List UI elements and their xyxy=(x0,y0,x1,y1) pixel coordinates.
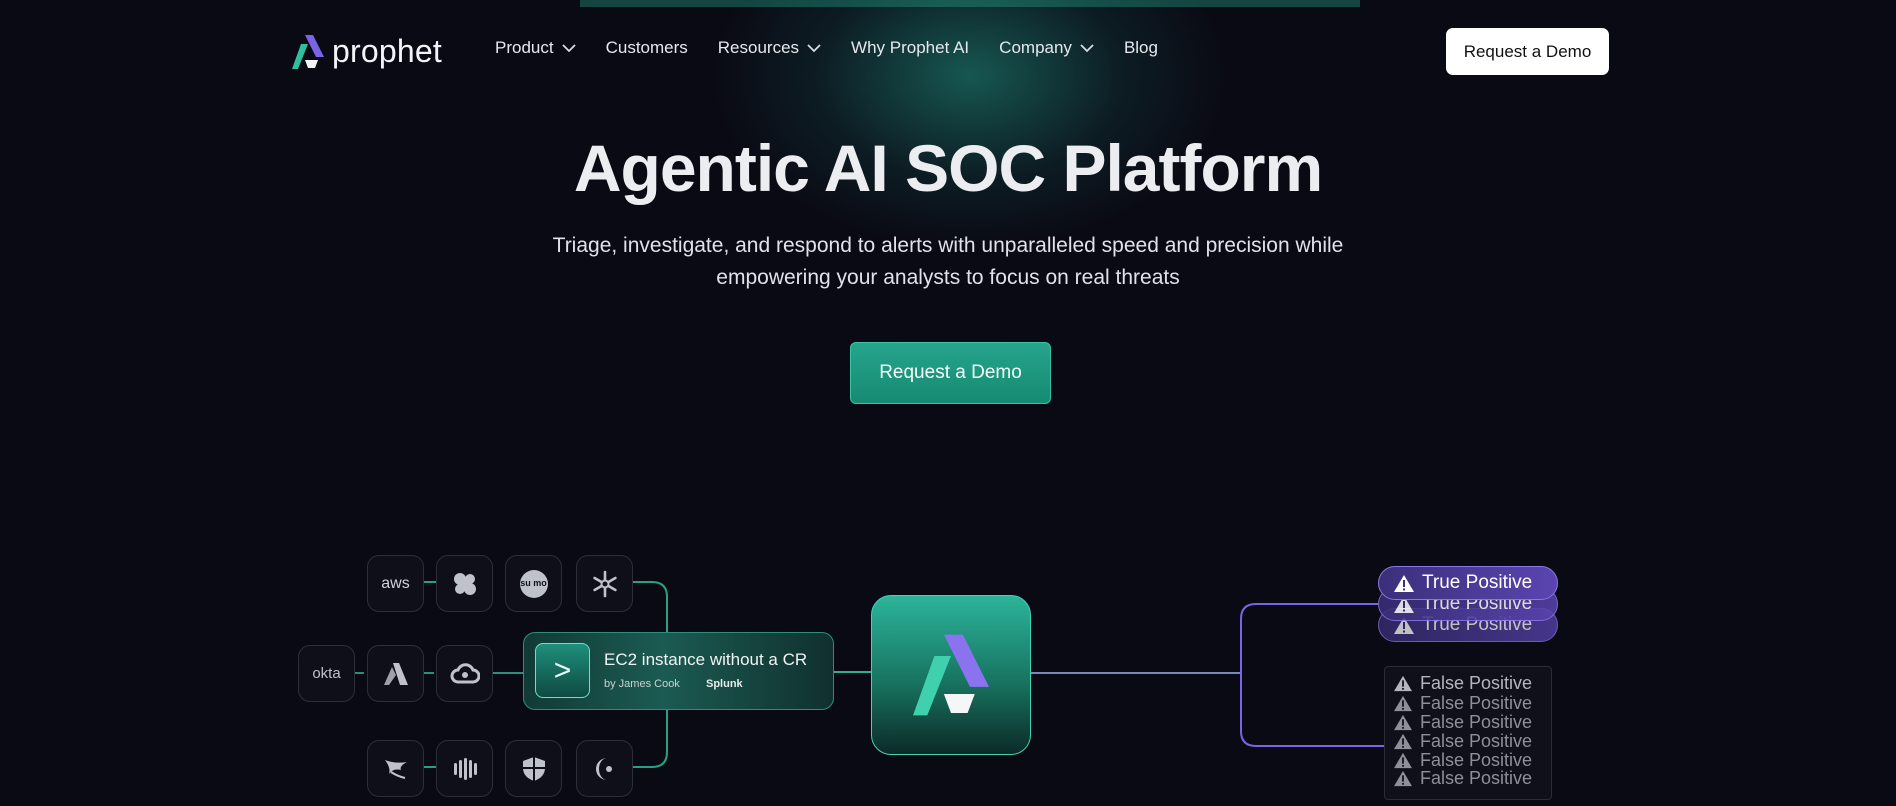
terminal-icon: > xyxy=(535,643,590,698)
logo-text: prophet xyxy=(332,33,442,69)
false-positive-row: False Positive xyxy=(1393,693,1532,714)
okta-integration-tile[interactable]: okta xyxy=(298,645,355,702)
sumo-label: su mo xyxy=(520,578,547,588)
nav-item-label: Customers xyxy=(605,38,688,57)
nav-item-label: Product xyxy=(495,38,554,57)
warning-icon xyxy=(1394,695,1412,712)
request-demo-hero-button[interactable]: Request a Demo xyxy=(850,342,1051,404)
crescent-integration-tile[interactable] xyxy=(576,740,633,797)
falcon-icon xyxy=(384,759,407,779)
logo[interactable]: prophet xyxy=(292,33,442,70)
hero-subtitle-line2: empowering your analysts to focus on rea… xyxy=(716,266,1180,289)
hero-subtitle-line1: Triage, investigate, and respond to aler… xyxy=(552,234,1344,257)
aws-icon: aws xyxy=(381,574,410,592)
false-positive-label: False Positive xyxy=(1420,673,1533,693)
warning-icon xyxy=(1394,733,1412,750)
nav-item-label: Blog xyxy=(1123,38,1158,57)
false-positive-stack: False Positive False Positive False Posi… xyxy=(1384,666,1552,800)
shield-integration-tile[interactable] xyxy=(505,740,562,797)
warning-icon xyxy=(1394,675,1412,692)
warning-icon xyxy=(1394,770,1412,787)
false-positive-row: False Positive xyxy=(1393,768,1532,789)
pipes-integration-tile[interactable] xyxy=(436,740,493,797)
prophet-hub-logo-icon xyxy=(913,634,989,716)
nav-item-label: Resources xyxy=(717,38,800,57)
true-positive-badge: True Positive xyxy=(1378,566,1558,600)
false-positive-label: False Positive xyxy=(1420,712,1533,732)
warning-icon xyxy=(1394,752,1412,769)
nav-item-resources[interactable]: Resources xyxy=(718,38,821,58)
nav-item-company[interactable]: Company xyxy=(999,38,1094,58)
cloud-integration-tile[interactable] xyxy=(436,645,493,702)
hero-title: Agentic AI SOC Platform xyxy=(573,131,1323,205)
pipes-icon xyxy=(453,757,477,780)
warning-icon xyxy=(1394,574,1414,592)
shield-icon xyxy=(522,756,545,781)
alert-author: by James Cook xyxy=(604,678,680,690)
alert-source: Splunk xyxy=(706,678,743,690)
crescent-icon xyxy=(595,757,612,780)
false-positive-label: False Positive xyxy=(1420,693,1533,713)
nav-item-customers[interactable]: Customers xyxy=(606,38,688,58)
snowflake-icon xyxy=(592,570,617,597)
alert-card[interactable]: > EC2 instance without a CR by James Coo… xyxy=(523,632,834,710)
snowflake-integration-tile[interactable] xyxy=(576,555,633,612)
cluster-icon xyxy=(453,572,476,595)
okta-icon: okta xyxy=(312,665,341,682)
warning-icon xyxy=(1394,714,1412,731)
false-positive-row: False Positive xyxy=(1393,712,1532,733)
nav-menu: Product Customers Resources Why Prophet … xyxy=(495,38,1188,58)
prophet-logo-icon xyxy=(292,34,324,69)
sumo-integration-tile[interactable]: su mo xyxy=(505,555,562,612)
nav-item-why-prophet-ai[interactable]: Why Prophet AI xyxy=(851,38,969,58)
false-positive-row: False Positive xyxy=(1393,731,1532,752)
sumo-icon: su mo xyxy=(519,569,548,598)
nav-item-label: Company xyxy=(999,38,1072,57)
true-positive-label: True Positive xyxy=(1422,572,1533,593)
request-demo-nav-button[interactable]: Request a Demo xyxy=(1446,28,1609,75)
false-positive-label: False Positive xyxy=(1420,731,1533,751)
chevron-down-icon xyxy=(807,43,821,52)
top-navigation: prophet Product Customers Resources Why … xyxy=(0,0,1896,102)
chevron-down-icon xyxy=(1080,43,1094,52)
nav-item-product[interactable]: Product xyxy=(495,38,576,58)
nav-item-blog[interactable]: Blog xyxy=(1124,38,1158,58)
hero-subtitle: Triage, investigate, and respond to aler… xyxy=(0,230,1896,294)
false-positive-label: False Positive xyxy=(1420,768,1533,788)
cluster-integration-tile[interactable] xyxy=(436,555,493,612)
azure-integration-tile[interactable] xyxy=(367,645,424,702)
aws-integration-tile[interactable]: aws xyxy=(367,555,424,612)
alert-title: EC2 instance without a CR xyxy=(604,650,808,669)
false-positive-row: False Positive xyxy=(1393,673,1532,694)
falcon-integration-tile[interactable] xyxy=(367,740,424,797)
prophet-hub xyxy=(871,595,1031,755)
cloud-icon xyxy=(450,662,480,683)
azure-icon xyxy=(383,662,408,685)
terminal-glyph: > xyxy=(553,653,572,687)
nav-item-label: Why Prophet AI xyxy=(851,38,970,57)
chevron-down-icon xyxy=(561,43,576,52)
